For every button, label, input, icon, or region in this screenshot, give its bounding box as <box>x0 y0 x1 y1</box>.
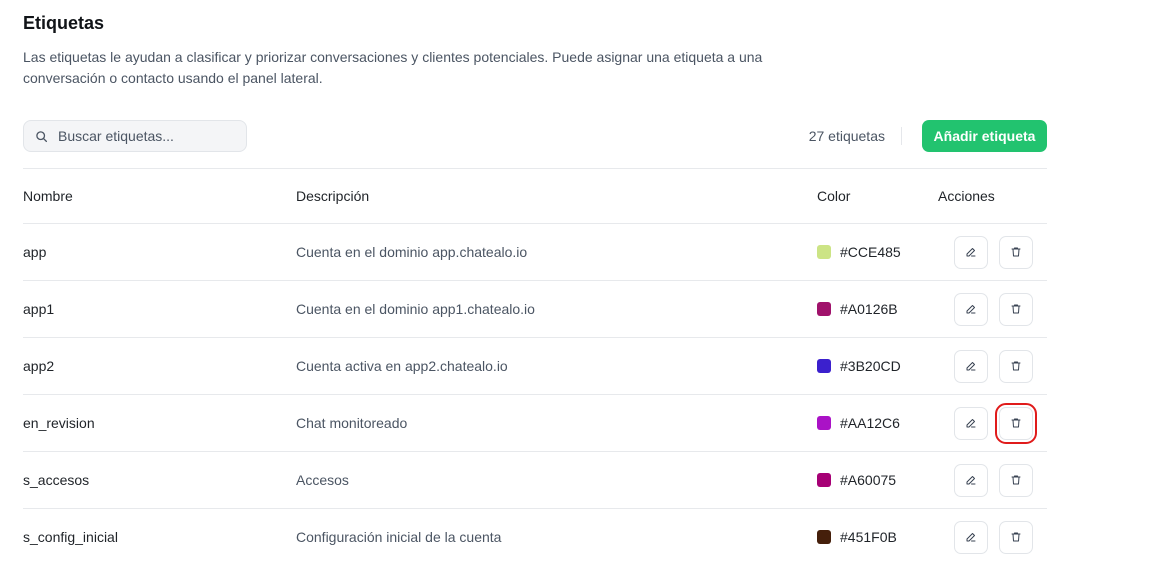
table-row: appCuenta en el dominio app.chatealo.io #… <box>23 224 1047 281</box>
column-header-description: Descripción <box>296 169 817 224</box>
label-color: #451F0B <box>817 509 938 565</box>
delete-label-button[interactable] <box>999 407 1033 440</box>
row-actions <box>938 452 1047 509</box>
label-name: app2 <box>23 338 296 395</box>
label-name: en_revision <box>23 395 296 452</box>
page-description: Las etiquetas le ayudan a clasificar y p… <box>23 47 803 88</box>
color-swatch <box>817 530 831 544</box>
label-color: #A0126B <box>817 281 938 338</box>
color-hex: #A60075 <box>840 472 896 488</box>
label-color: #3B20CD <box>817 338 938 395</box>
delete-label-button[interactable] <box>999 521 1033 554</box>
label-name: app <box>23 224 296 281</box>
pencil-icon <box>965 246 977 258</box>
table-row: app1Cuenta en el dominio app1.chatealo.i… <box>23 281 1047 338</box>
table-row: app2Cuenta activa en app2.chatealo.io #3B… <box>23 338 1047 395</box>
table-row: s_accesosAccesos #A60075 <box>23 452 1047 509</box>
label-description: Accesos <box>296 452 817 509</box>
search-icon <box>35 130 48 143</box>
delete-label-button[interactable] <box>999 464 1033 497</box>
label-description: Cuenta activa en app2.chatealo.io <box>296 338 817 395</box>
trash-icon <box>1010 360 1022 372</box>
color-swatch <box>817 245 831 259</box>
trash-icon <box>1010 417 1022 429</box>
color-hex: #CCE485 <box>840 244 901 260</box>
label-color: #CCE485 <box>817 224 938 281</box>
pencil-icon <box>965 303 977 315</box>
delete-label-button[interactable] <box>999 350 1033 383</box>
toolbar-divider <box>901 127 902 145</box>
label-name: s_accesos <box>23 452 296 509</box>
label-description: Chat monitoreado <box>296 395 817 452</box>
label-description: Cuenta en el dominio app1.chatealo.io <box>296 281 817 338</box>
trash-icon <box>1010 303 1022 315</box>
color-hex: #AA12C6 <box>840 415 900 431</box>
edit-label-button[interactable] <box>954 350 988 383</box>
search-box[interactable] <box>23 120 247 152</box>
color-swatch <box>817 359 831 373</box>
color-swatch <box>817 473 831 487</box>
color-swatch <box>817 416 831 430</box>
edit-label-button[interactable] <box>954 236 988 269</box>
pencil-icon <box>965 474 977 486</box>
color-hex: #451F0B <box>840 529 897 545</box>
table-row: en_revisionChat monitoreado #AA12C6 <box>23 395 1047 452</box>
delete-label-button[interactable] <box>999 293 1033 326</box>
trash-icon <box>1010 246 1022 258</box>
search-input[interactable] <box>56 127 230 145</box>
edit-label-button[interactable] <box>954 407 988 440</box>
label-color: #AA12C6 <box>817 395 938 452</box>
row-actions <box>938 395 1047 452</box>
trash-icon <box>1010 474 1022 486</box>
row-actions <box>938 224 1047 281</box>
toolbar: 27 etiquetas Añadir etiqueta <box>23 120 1047 152</box>
color-hex: #3B20CD <box>840 358 901 374</box>
label-name: app1 <box>23 281 296 338</box>
add-label-button[interactable]: Añadir etiqueta <box>922 120 1047 152</box>
pencil-icon <box>965 417 977 429</box>
pencil-icon <box>965 360 977 372</box>
table-header-row: Nombre Descripción Color Acciones <box>23 169 1047 224</box>
pencil-icon <box>965 531 977 543</box>
edit-label-button[interactable] <box>954 464 988 497</box>
edit-label-button[interactable] <box>954 293 988 326</box>
labels-table: Nombre Descripción Color Acciones appCue… <box>23 168 1047 565</box>
color-swatch <box>817 302 831 316</box>
row-actions <box>938 338 1047 395</box>
color-hex: #A0126B <box>840 301 898 317</box>
delete-label-button[interactable] <box>999 236 1033 269</box>
row-actions <box>938 509 1047 565</box>
column-header-name: Nombre <box>23 169 296 224</box>
page-title: Etiquetas <box>23 0 1126 35</box>
table-row: s_config_inicialConfiguración inicial de… <box>23 509 1047 565</box>
column-header-actions: Acciones <box>938 169 1047 224</box>
label-description: Cuenta en el dominio app.chatealo.io <box>296 224 817 281</box>
trash-icon <box>1010 531 1022 543</box>
label-color: #A60075 <box>817 452 938 509</box>
labels-page: Etiquetas Las etiquetas le ayudan a clas… <box>0 0 1149 88</box>
row-actions <box>938 281 1047 338</box>
label-name: s_config_inicial <box>23 509 296 565</box>
column-header-color: Color <box>817 169 938 224</box>
labels-count: 27 etiquetas <box>809 128 885 144</box>
edit-label-button[interactable] <box>954 521 988 554</box>
label-description: Configuración inicial de la cuenta <box>296 509 817 565</box>
